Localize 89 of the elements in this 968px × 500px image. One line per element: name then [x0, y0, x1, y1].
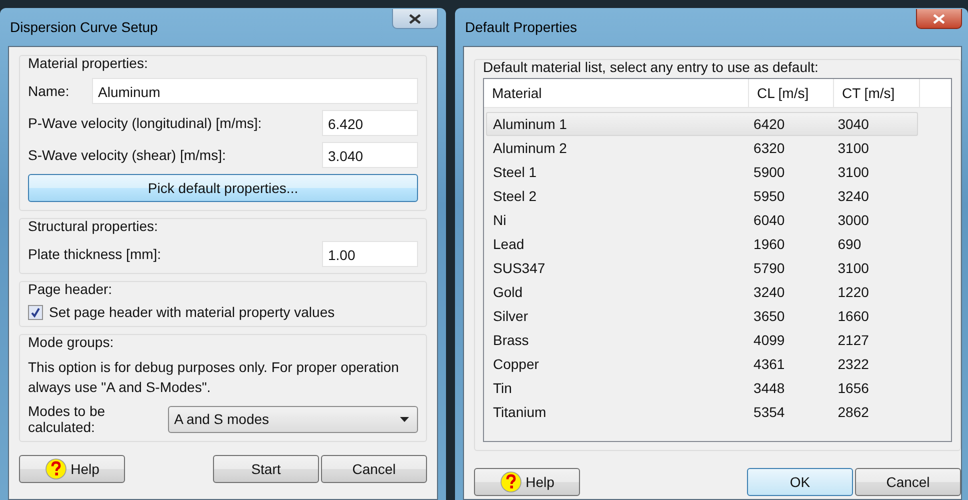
table-cell-text: Copper: [492, 356, 540, 372]
table-cell-text: 1220: [836, 284, 870, 300]
group-label: Mode groups:: [28, 333, 114, 351]
table-cell-text: 4361: [752, 356, 786, 372]
start-button[interactable]: Start: [213, 455, 319, 483]
table-cell-text: Lead: [492, 236, 526, 252]
table-cell-text: 2322: [836, 356, 870, 372]
table-cell-text: Steel 1: [492, 164, 538, 180]
table-cell-text: 5354: [752, 404, 786, 420]
table-cell-text: 4099: [752, 332, 786, 348]
input-field[interactable]: Aluminum: [92, 78, 418, 104]
field-label: P-Wave velocity (longitudinal) [m/ms]:: [28, 115, 262, 131]
caret-icon: [400, 416, 409, 422]
close-button[interactable]: [916, 9, 962, 29]
table-row[interactable]: Copper 4361 2322: [486, 352, 918, 376]
table-cell-text: Steel 2: [492, 188, 538, 204]
table-cell-text: Ni: [492, 212, 508, 228]
close-icon: [409, 14, 421, 24]
table-cell-text: 3100: [836, 164, 870, 180]
pick-defaults-button[interactable]: Pick default properties...: [28, 174, 418, 202]
field-label: Modes to be calculated:: [28, 403, 106, 435]
table-cell-text: 1656: [836, 380, 870, 396]
table-cell-text: 5900: [752, 164, 786, 180]
table-row[interactable]: Silver 3650 1660: [486, 304, 918, 328]
table-row[interactable]: Lead 1960 690: [486, 232, 918, 256]
table-row[interactable]: Titanium 5354 2862: [486, 400, 918, 424]
table-cell-text: 2127: [836, 332, 870, 348]
table-cell-text: 3100: [836, 260, 870, 276]
table-cell-text: 3240: [752, 284, 786, 300]
checkbox[interactable]: [28, 304, 43, 320]
table-cell-text: 1960: [752, 236, 786, 252]
help-button[interactable]: Help: [474, 468, 580, 496]
ok-button[interactable]: OK: [747, 468, 853, 496]
table-cell-text: 3040: [836, 116, 870, 132]
table-cell-text: Gold: [492, 284, 524, 300]
column-header[interactable]: CT [m/s]: [834, 79, 920, 107]
table-row[interactable]: Aluminum 1 6420 3040: [486, 112, 918, 136]
table-row[interactable]: Ni 6040 3000: [486, 208, 918, 232]
table-cell-text: 3100: [836, 140, 870, 156]
table-cell-text: 5790: [752, 260, 786, 276]
column-header[interactable]: Material: [484, 79, 749, 107]
table-row[interactable]: Steel 1 5900 3100: [486, 160, 918, 184]
input-field[interactable]: 6.420: [322, 110, 418, 136]
checkbox-label: Set page header with material property values: [49, 304, 335, 320]
table-row[interactable]: Steel 2 5950 3240: [486, 184, 918, 208]
table-row[interactable]: Gold 3240 1220: [486, 280, 918, 304]
input-field[interactable]: 1.00: [322, 241, 418, 267]
table-cell-text: Titanium: [492, 404, 548, 420]
table-row[interactable]: Tin 3448 1656: [486, 376, 918, 400]
group-label: Page header:: [28, 280, 112, 298]
close-icon: [933, 14, 945, 24]
table-cell-text: 1660: [836, 308, 870, 324]
note-text: This option is for debug purposes only. For proper operation always use "A and S-Modes".: [28, 358, 400, 397]
table-cell-text: 690: [836, 236, 862, 252]
table-cell-text: Silver: [492, 308, 530, 324]
field-label: Plate thickness [mm]:: [28, 246, 162, 262]
table-cell-text: 6320: [752, 140, 786, 156]
window-title: Dispersion Curve Setup: [10, 19, 158, 35]
input-field[interactable]: 3.040: [322, 142, 418, 168]
table-cell-text: 3240: [836, 188, 870, 204]
help-icon: [500, 471, 522, 493]
table-cell-text: 5950: [752, 188, 786, 204]
table-cell-text: 6420: [752, 116, 786, 132]
close-button[interactable]: [392, 9, 438, 29]
table-row[interactable]: Brass 4099 2127: [486, 328, 918, 352]
table-cell-text: 3650: [752, 308, 786, 324]
table-cell-text: Aluminum 2: [492, 140, 568, 156]
column-header[interactable]: CL [m/s]: [749, 79, 834, 107]
table-cell-text: Aluminum 1: [492, 116, 568, 132]
cancel-button[interactable]: Cancel: [321, 455, 427, 483]
table-cell-text: Tin: [492, 380, 513, 396]
group-label: Structural properties:: [28, 217, 158, 235]
help-button[interactable]: Help: [19, 455, 125, 483]
table-cell-text: 6040: [752, 212, 786, 228]
field-label: Name:: [28, 83, 70, 99]
group-label: Default material list, select any entry to use as default:: [483, 58, 818, 76]
table-row[interactable]: Aluminum 2 6320 3100: [486, 136, 918, 160]
help-icon: [44, 458, 67, 480]
modes-dropdown[interactable]: A and S modes: [168, 406, 418, 432]
cancel-button[interactable]: Cancel: [855, 468, 961, 496]
table-cell-text: 3000: [836, 212, 870, 228]
table-cell-text: SUS347: [492, 260, 546, 276]
table-cell-text: 3448: [752, 380, 786, 396]
table-cell-text: Brass: [492, 332, 530, 348]
table-cell-text: 2862: [836, 404, 870, 420]
window-title: Default Properties: [465, 19, 578, 35]
field-label: S-Wave velocity (shear) [m/ms]:: [28, 147, 226, 163]
table-row[interactable]: SUS347 5790 3100: [486, 256, 918, 280]
group-label: Material properties:: [28, 54, 148, 72]
